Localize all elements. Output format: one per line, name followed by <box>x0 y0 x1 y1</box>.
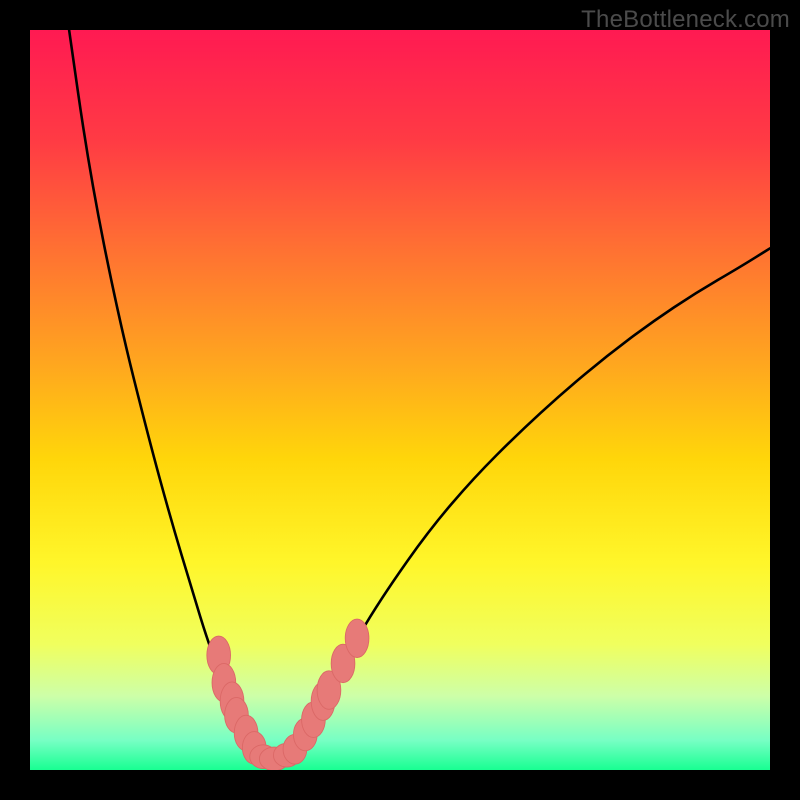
chart-svg <box>30 30 770 770</box>
plot-area <box>30 30 770 770</box>
chart-frame: TheBottleneck.com <box>0 0 800 800</box>
curve-marker <box>345 619 369 657</box>
curve-markers <box>207 619 369 770</box>
bottleneck-curve <box>67 30 770 759</box>
